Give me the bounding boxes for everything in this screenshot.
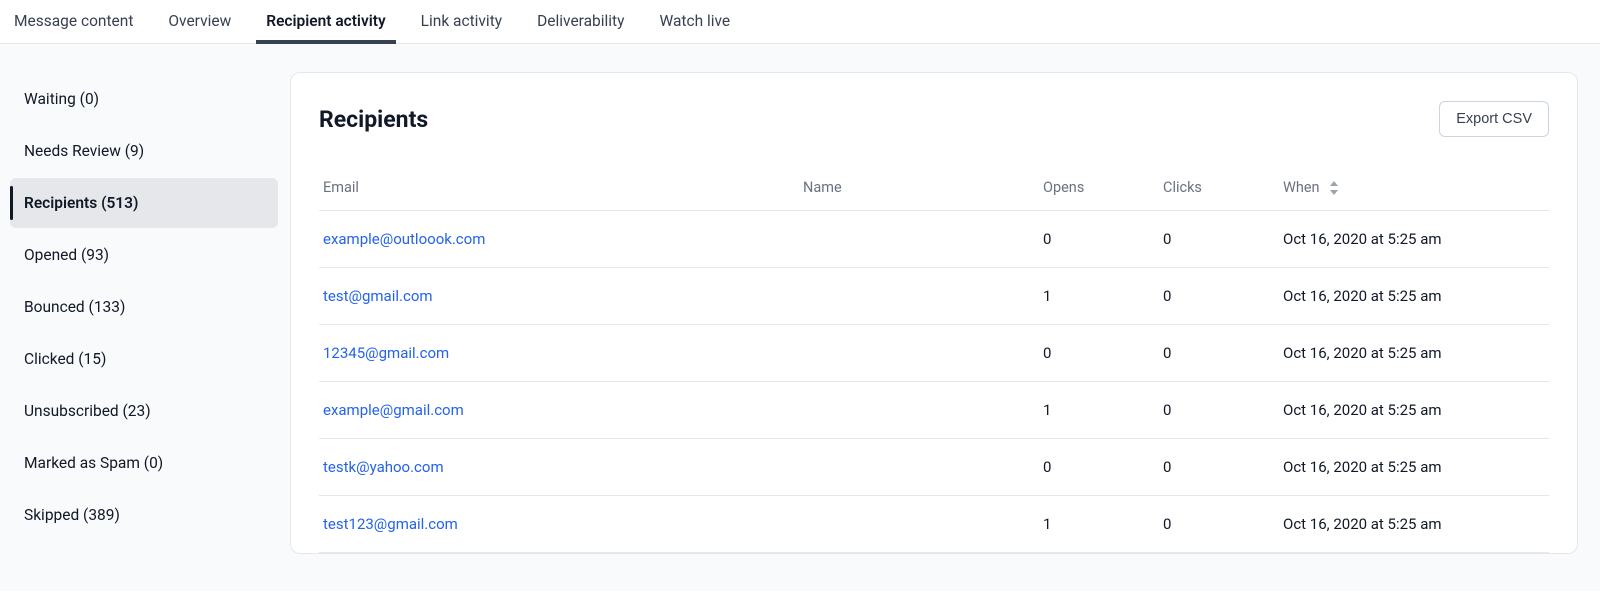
recipient-opens: 0 [1039,325,1159,382]
sidebar-item-recipients[interactable]: Recipients (513) [10,178,278,228]
recipient-name [799,268,1039,325]
recipient-name [799,496,1039,553]
sidebar-item-unsubscribed[interactable]: Unsubscribed (23) [10,386,278,436]
tab-link-activity[interactable]: Link activity [417,0,506,43]
recipient-opens: 0 [1039,211,1159,268]
sidebar: Waiting (0)Needs Review (9)Recipients (5… [0,44,290,591]
recipient-clicks: 0 [1159,439,1279,496]
recipient-when: Oct 16, 2020 at 5:25 am [1279,211,1549,268]
sidebar-item-clicked[interactable]: Clicked (15) [10,334,278,384]
sort-icon [1329,181,1339,195]
table-header-row: Email Name Opens Clicks When [319,167,1549,211]
sidebar-item-opened[interactable]: Opened (93) [10,230,278,280]
recipient-email-link[interactable]: 12345@gmail.com [323,344,449,362]
tab-recipient-activity[interactable]: Recipient activity [262,0,389,43]
recipient-opens: 0 [1039,439,1159,496]
recipient-when: Oct 16, 2020 at 5:25 am [1279,325,1549,382]
table-row: test@gmail.com 10Oct 16, 2020 at 5:25 am [319,268,1549,325]
recipient-clicks: 0 [1159,211,1279,268]
panel-header: Recipients Export CSV [319,101,1549,137]
recipient-email-link[interactable]: example@outloook.com [323,230,485,248]
recipients-panel: Recipients Export CSV Email Name Opens C… [290,72,1578,554]
main: Recipients Export CSV Email Name Opens C… [290,44,1600,591]
recipient-opens: 1 [1039,382,1159,439]
tab-message-content[interactable]: Message content [10,0,137,43]
recipient-clicks: 0 [1159,325,1279,382]
recipient-opens: 1 [1039,496,1159,553]
column-header-clicks[interactable]: Clicks [1159,167,1279,211]
recipient-when: Oct 16, 2020 at 5:25 am [1279,268,1549,325]
column-header-when[interactable]: When [1279,167,1549,211]
panel-title: Recipients [319,106,428,133]
recipient-email-link[interactable]: test@gmail.com [323,287,433,305]
recipient-email-link[interactable]: example@gmail.com [323,401,464,419]
top-tabs: Message content Overview Recipient activit… [0,0,1600,44]
recipient-opens: 1 [1039,268,1159,325]
recipient-when: Oct 16, 2020 at 5:25 am [1279,382,1549,439]
recipient-name [799,325,1039,382]
tab-watch-live[interactable]: Watch live [655,0,734,43]
sidebar-item-skipped[interactable]: Skipped (389) [10,490,278,540]
export-csv-button[interactable]: Export CSV [1439,101,1549,137]
recipient-when: Oct 16, 2020 at 5:25 am [1279,496,1549,553]
recipient-clicks: 0 [1159,382,1279,439]
tab-overview[interactable]: Overview [164,0,235,43]
column-header-name[interactable]: Name [799,167,1039,211]
recipient-name [799,439,1039,496]
tab-deliverability[interactable]: Deliverability [533,0,628,43]
recipient-email-link[interactable]: test123@gmail.com [323,515,458,533]
content-area: Waiting (0)Needs Review (9)Recipients (5… [0,44,1600,591]
recipient-clicks: 0 [1159,496,1279,553]
table-row: 12345@gmail.com00Oct 16, 2020 at 5:25 am [319,325,1549,382]
sidebar-item-needs-review[interactable]: Needs Review (9) [10,126,278,176]
table-row: example@gmail.com 10Oct 16, 2020 at 5:25 … [319,382,1549,439]
table-row: testk@yahoo.com00Oct 16, 2020 at 5:25 am [319,439,1549,496]
recipient-email-link[interactable]: testk@yahoo.com [323,458,444,476]
recipient-name [799,382,1039,439]
recipient-clicks: 0 [1159,268,1279,325]
sidebar-item-waiting[interactable]: Waiting (0) [10,74,278,124]
sidebar-item-bounced[interactable]: Bounced (133) [10,282,278,332]
column-header-opens[interactable]: Opens [1039,167,1159,211]
recipients-table: Email Name Opens Clicks When [319,167,1549,553]
column-header-email[interactable]: Email [319,167,799,211]
table-row: test123@gmail.com 10Oct 16, 2020 at 5:25 … [319,496,1549,553]
recipient-when: Oct 16, 2020 at 5:25 am [1279,439,1549,496]
table-row: example@outloook.com00Oct 16, 2020 at 5:… [319,211,1549,268]
column-header-when-label: When [1283,179,1320,196]
sidebar-item-marked-as-spam[interactable]: Marked as Spam (0) [10,438,278,488]
recipient-name [799,211,1039,268]
